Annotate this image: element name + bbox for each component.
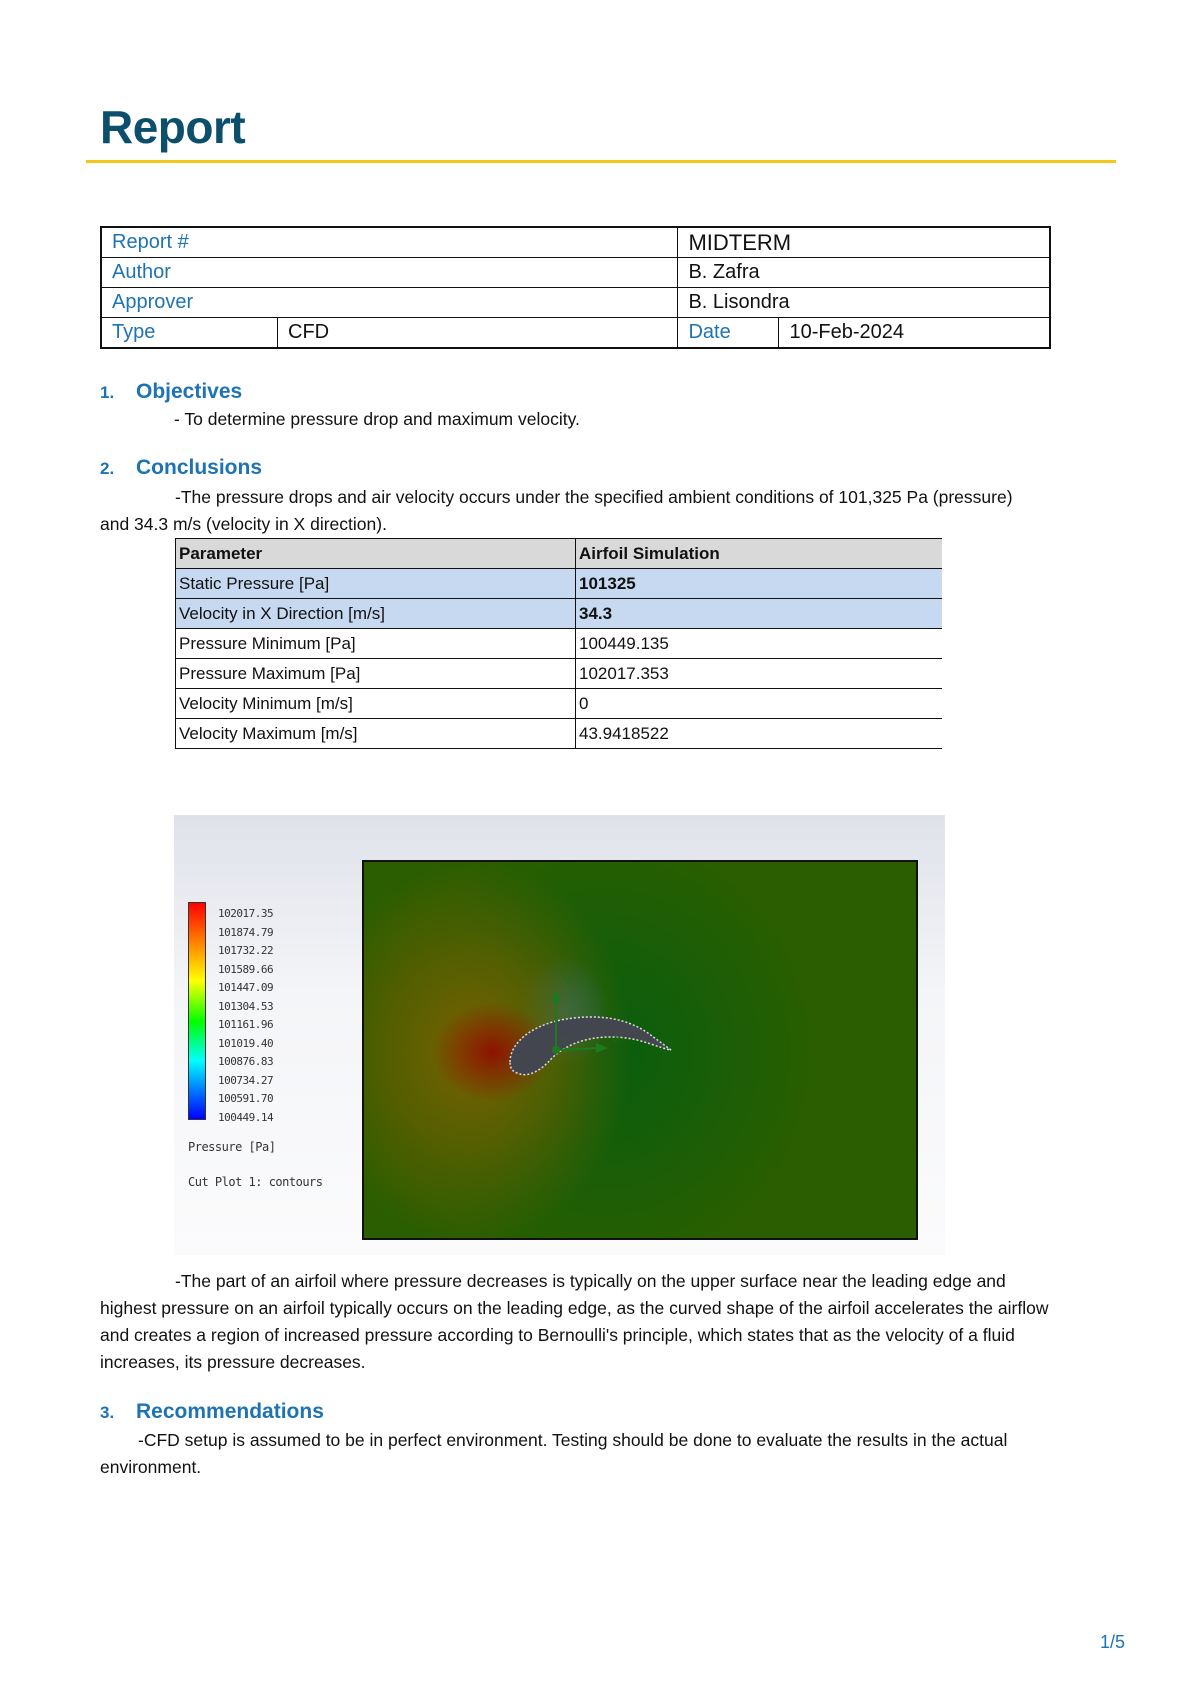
- report-no-value: MIDTERM: [677, 226, 1051, 258]
- date-value: 10-Feb-2024: [778, 317, 1051, 349]
- author-label: Author: [100, 257, 679, 288]
- pressure-color-scale: [188, 902, 206, 1120]
- legend-title: Pressure [Pa]: [188, 1140, 276, 1154]
- title-divider: [86, 160, 1116, 163]
- section-heading-objectives: 1. Objectives: [100, 380, 243, 403]
- axis-y-label: Y: [564, 976, 570, 986]
- airfoil-shape: [509, 1016, 672, 1076]
- legend-value: 100734.27: [218, 1073, 274, 1087]
- legend-subtitle: Cut Plot 1: contours: [188, 1175, 323, 1189]
- legend-value: 101874.79: [218, 925, 274, 939]
- approver-label: Approver: [100, 287, 679, 318]
- discussion-text: -The part of an airfoil where pressure d…: [100, 1271, 1049, 1372]
- table-row: Velocity Maximum [m/s] 43.9418522: [175, 718, 942, 749]
- type-value: CFD: [276, 317, 679, 349]
- table-row: Velocity Minimum [m/s] 0: [175, 688, 942, 719]
- header-parameter: Parameter: [175, 538, 576, 569]
- table-header-row: Parameter Airfoil Simulation: [175, 538, 942, 569]
- legend-value: 101447.09: [218, 981, 274, 994]
- axis-z-label: Z: [562, 1037, 567, 1046]
- section-heading-recommendations: 3. Recommendations: [100, 1400, 324, 1423]
- legend-value: 102017.35: [218, 907, 274, 920]
- date-label: Date: [677, 317, 780, 349]
- page-title: Report: [100, 101, 246, 153]
- table-row: Pressure Minimum [Pa] 100449.135: [175, 628, 942, 659]
- table-row: Velocity in X Direction [m/s] 34.3: [175, 598, 942, 629]
- type-label: Type: [100, 317, 278, 349]
- legend-value: 101732.22: [218, 944, 274, 957]
- header-airfoil-simulation: Airfoil Simulation: [575, 538, 942, 569]
- report-page: Report Report # MIDTERM Author B. Zafra Ap…: [0, 0, 1200, 1696]
- author-value: B. Zafra: [677, 257, 1051, 288]
- report-no-label: Report #: [100, 226, 679, 258]
- table-row: Pressure Maximum [Pa] 102017.353: [175, 658, 942, 689]
- axis-x-label: X: [614, 1034, 620, 1044]
- table-row: Static Pressure [Pa] 101325: [175, 568, 942, 599]
- cfd-pressure-contour-figure: 102017.35 101874.79 101732.22 101589.66 1014…: [174, 815, 945, 1255]
- objectives-text: - To determine pressure drop and maximum…: [174, 409, 580, 429]
- recommendations-text: -CFD setup is assumed to be in perfect e…: [100, 1430, 1008, 1477]
- simulation-contour-plot: Y X Z: [362, 860, 918, 1240]
- airfoil-drawing: Y X Z: [509, 976, 672, 1076]
- conclusions-text: -The pressure drops and air velocity occ…: [100, 487, 1013, 534]
- legend-value: 100876.83: [218, 1055, 274, 1068]
- legend-value: 101019.40: [218, 1036, 274, 1050]
- section-heading-conclusions: 2. Conclusions: [100, 456, 263, 479]
- legend-value: 101589.66: [218, 962, 274, 976]
- page-number: 1/5: [1100, 1632, 1126, 1652]
- report-info-table: Report # MIDTERM Author B. Zafra Approver B…: [100, 226, 1051, 349]
- legend-value: 101304.53: [218, 999, 274, 1013]
- legend-value: 100591.70: [218, 1092, 274, 1105]
- legend-value: 101161.96: [218, 1018, 274, 1031]
- approver-value: B. Lisondra: [677, 287, 1051, 318]
- parameters-table: Parameter Airfoil Simulation Static Press…: [175, 538, 942, 749]
- legend-value: 100449.14: [218, 1110, 274, 1124]
